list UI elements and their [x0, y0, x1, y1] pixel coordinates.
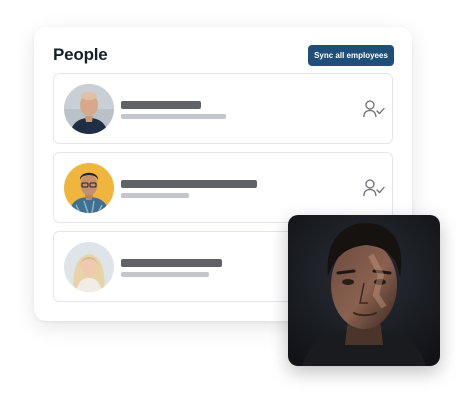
man-portrait-photo — [288, 215, 440, 366]
user-check-icon[interactable] — [363, 179, 385, 197]
blonde-woman-avatar — [64, 242, 114, 292]
bald-man-avatar — [64, 84, 114, 134]
employee-name-placeholder — [121, 101, 201, 109]
user-check-icon[interactable] — [363, 100, 385, 118]
page-title: People — [53, 45, 108, 64]
sync-all-employees-button[interactable]: Sync all employees — [308, 45, 394, 66]
employee-subtitle-placeholder — [121, 114, 226, 119]
employee-subtitle-placeholder — [121, 272, 209, 277]
employee-row[interactable] — [53, 152, 393, 223]
employee-subtitle-placeholder — [121, 193, 189, 198]
employee-name-placeholder — [121, 180, 257, 188]
employee-name-placeholder — [121, 259, 222, 267]
man-with-glasses-avatar — [64, 163, 114, 213]
employee-row[interactable] — [53, 73, 393, 144]
